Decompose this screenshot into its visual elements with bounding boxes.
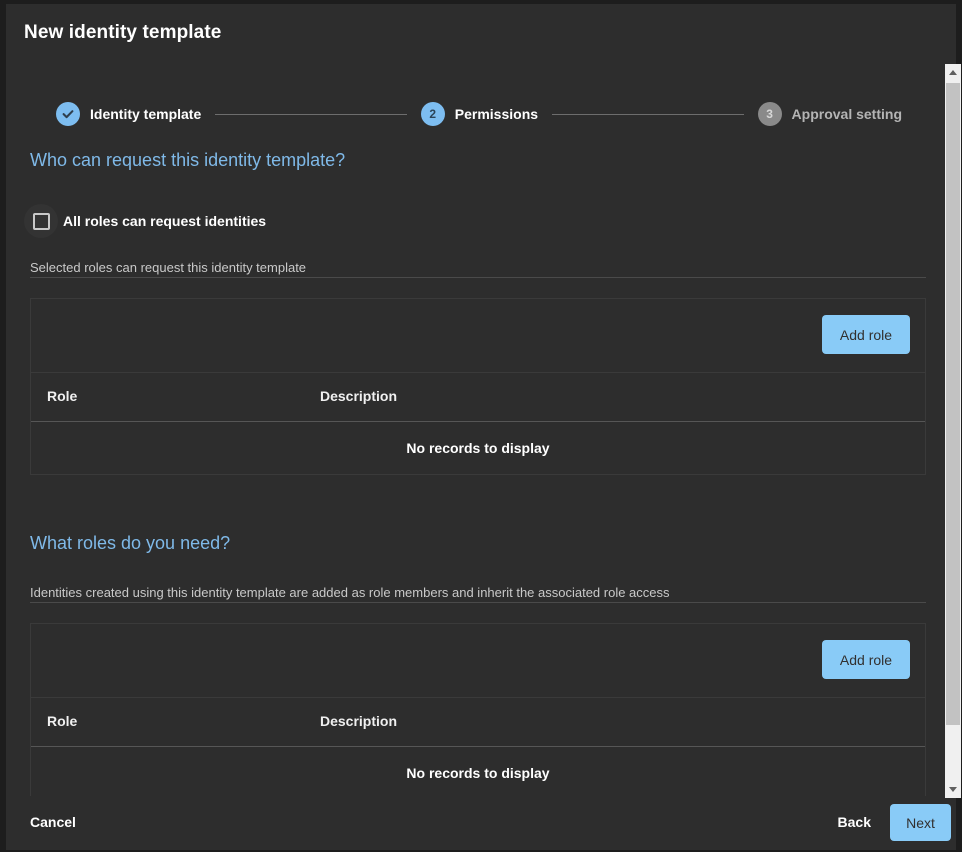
wizard-stepper: Identity template 2 Permissions 3 Approv… [56,99,902,129]
section-heading-who-can-request: Who can request this identity template? [30,150,345,171]
step-label-approval-setting: Approval setting [792,106,902,122]
step-label-permissions: Permissions [455,106,538,122]
scroll-down-arrow-icon[interactable] [945,781,961,798]
step-connector-1 [215,114,407,115]
column-header-role-2[interactable]: Role [47,713,77,729]
column-header-description-2[interactable]: Description [320,713,397,729]
all-roles-checkbox-row[interactable]: All roles can request identities [24,204,266,238]
roles-needed-subtext: Identities created using this identity t… [30,585,670,600]
page-title: New identity template [24,22,221,44]
section-heading-what-roles: What roles do you need? [30,533,230,554]
checkbox-ripple [24,204,58,238]
scroll-up-arrow-icon[interactable] [945,64,961,81]
dialog-scroll-region: Identity template 2 Permissions 3 Approv… [6,60,956,802]
table-toolbar-1: Add role [31,299,925,373]
all-roles-checkbox[interactable] [33,213,50,230]
step-number-badge-3: 3 [758,102,782,126]
back-button[interactable]: Back [830,808,879,836]
add-role-button-member[interactable]: Add role [822,640,910,679]
member-roles-table: Add role Role Description No records to … [30,623,926,800]
cancel-button[interactable]: Cancel [22,808,84,836]
section-divider-1 [30,277,926,278]
requestable-roles-table: Add role Role Description No records to … [30,298,926,475]
column-header-role[interactable]: Role [47,388,77,404]
selected-roles-subtext: Selected roles can request this identity… [30,260,306,275]
scrollbar-thumb[interactable] [946,83,960,725]
chevron-up-icon [949,70,957,75]
new-identity-template-dialog: New identity template Identity template [6,4,956,850]
all-roles-checkbox-label: All roles can request identities [63,213,266,229]
add-role-button-requestable[interactable]: Add role [822,315,910,354]
table-header-row-2: Role Description [31,698,925,747]
step-identity-template[interactable]: Identity template [56,102,201,126]
table-empty-message-2: No records to display [31,747,925,800]
chevron-down-icon [949,787,957,792]
step-permissions[interactable]: 2 Permissions [421,102,538,126]
step-connector-2 [552,114,744,115]
section-divider-2 [30,602,926,603]
dialog-footer: Cancel Back Next [6,796,956,850]
table-empty-message-1: No records to display [31,422,925,475]
vertical-scrollbar[interactable] [944,64,961,798]
step-number-badge-2: 2 [421,102,445,126]
app-window: New identity template Identity template [0,0,962,852]
step-approval-setting[interactable]: 3 Approval setting [758,102,902,126]
table-toolbar-2: Add role [31,624,925,698]
step-label-identity-template: Identity template [90,106,201,122]
table-header-row-1: Role Description [31,373,925,422]
column-header-description[interactable]: Description [320,388,397,404]
dialog-scroll-content: Identity template 2 Permissions 3 Approv… [6,60,938,802]
step-complete-check-icon [56,102,80,126]
next-button[interactable]: Next [890,804,951,841]
